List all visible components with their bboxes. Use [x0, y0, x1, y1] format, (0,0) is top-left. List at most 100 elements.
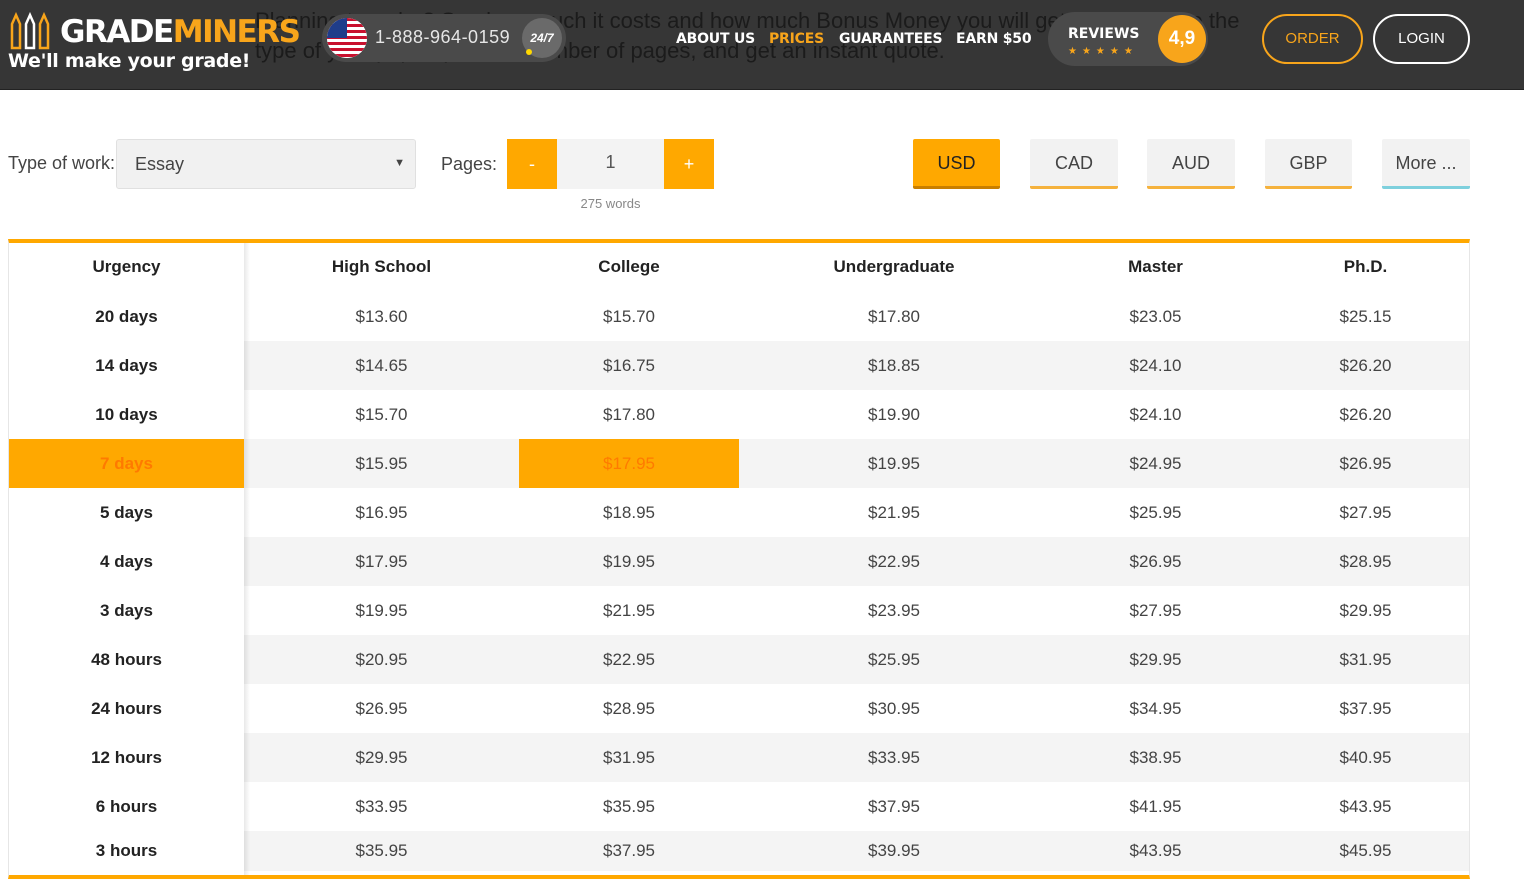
price-cell[interactable]: $15.95: [269, 439, 494, 488]
currency-more-button[interactable]: More ...: [1382, 139, 1470, 189]
pages-decrement-button[interactable]: -: [507, 139, 557, 189]
price-cell[interactable]: $26.95: [1262, 439, 1469, 488]
urgency-cell[interactable]: 20 days: [9, 292, 244, 341]
price-cell[interactable]: $19.95: [774, 439, 1014, 488]
price-cell[interactable]: $37.95: [1262, 684, 1469, 733]
urgency-cell[interactable]: 10 days: [9, 390, 244, 439]
table-row[interactable]: 10 days $15.70 $17.80 $19.90 $24.10 $26.20: [9, 390, 1469, 439]
price-cell[interactable]: $25.95: [1049, 488, 1262, 537]
price-cell[interactable]: $26.95: [1049, 537, 1262, 586]
urgency-cell[interactable]: 14 days: [9, 341, 244, 390]
price-cell[interactable]: $17.95: [269, 537, 494, 586]
pages-increment-button[interactable]: +: [664, 139, 714, 189]
phone-contact[interactable]: 1-888-964-0159 24/7: [322, 14, 566, 62]
pages-count[interactable]: 1: [557, 139, 664, 189]
table-row[interactable]: 5 days $16.95 $18.95 $21.95 $25.95 $27.95: [9, 488, 1469, 537]
price-cell[interactable]: $37.95: [519, 831, 739, 871]
price-cell[interactable]: $14.65: [269, 341, 494, 390]
price-cell[interactable]: $25.15: [1262, 292, 1469, 341]
order-button[interactable]: ORDER: [1262, 14, 1363, 64]
price-cell[interactable]: $43.95: [1262, 782, 1469, 831]
price-cell[interactable]: $19.95: [519, 537, 739, 586]
price-cell[interactable]: $28.95: [1262, 537, 1469, 586]
price-cell[interactable]: $24.10: [1049, 390, 1262, 439]
urgency-cell[interactable]: 6 hours: [9, 782, 244, 831]
table-row[interactable]: 3 days $19.95 $21.95 $23.95 $27.95 $29.95: [9, 586, 1469, 635]
price-cell[interactable]: $26.20: [1262, 341, 1469, 390]
price-cell[interactable]: $31.95: [519, 733, 739, 782]
price-cell[interactable]: $35.95: [269, 831, 494, 871]
urgency-cell[interactable]: 5 days: [9, 488, 244, 537]
price-cell[interactable]: $29.95: [1262, 586, 1469, 635]
table-row[interactable]: 48 hours $20.95 $22.95 $25.95 $29.95 $31.95: [9, 635, 1469, 684]
price-cell[interactable]: $20.95: [269, 635, 494, 684]
price-cell[interactable]: $24.10: [1049, 341, 1262, 390]
price-cell[interactable]: $17.95: [519, 439, 739, 488]
table-row[interactable]: 12 hours $29.95 $31.95 $33.95 $38.95 $40.95: [9, 733, 1469, 782]
type-of-work-select[interactable]: Essay ▼: [116, 139, 416, 189]
price-cell[interactable]: $41.95: [1049, 782, 1262, 831]
price-cell[interactable]: $28.95: [519, 684, 739, 733]
currency-aud-button[interactable]: AUD: [1147, 139, 1235, 189]
price-cell[interactable]: $19.90: [774, 390, 1014, 439]
price-cell[interactable]: $29.95: [269, 733, 494, 782]
price-cell[interactable]: $15.70: [269, 390, 494, 439]
price-cell[interactable]: $17.80: [519, 390, 739, 439]
price-cell[interactable]: $33.95: [269, 782, 494, 831]
price-cell[interactable]: $40.95: [1262, 733, 1469, 782]
price-cell[interactable]: $22.95: [519, 635, 739, 684]
login-button[interactable]: LOGIN: [1373, 14, 1470, 64]
price-cell[interactable]: $15.70: [519, 292, 739, 341]
urgency-cell[interactable]: 48 hours: [9, 635, 244, 684]
price-cell[interactable]: $25.95: [774, 635, 1014, 684]
price-cell[interactable]: $16.75: [519, 341, 739, 390]
price-cell[interactable]: $19.95: [269, 586, 494, 635]
currency-usd-button[interactable]: USD: [913, 139, 1000, 189]
urgency-cell[interactable]: 3 hours: [9, 831, 244, 871]
table-row[interactable]: 7 days $15.95 $17.95 $19.95 $24.95 $26.95: [9, 439, 1469, 488]
price-cell[interactable]: $18.85: [774, 341, 1014, 390]
price-cell[interactable]: $30.95: [774, 684, 1014, 733]
price-cell[interactable]: $29.95: [1049, 635, 1262, 684]
nav-earn-50[interactable]: EARN $50: [956, 31, 1032, 47]
currency-gbp-button[interactable]: GBP: [1265, 139, 1352, 189]
price-cell[interactable]: $34.95: [1049, 684, 1262, 733]
reviews-widget[interactable]: REVIEWS ★★★★★ 4,9: [1048, 12, 1208, 66]
price-cell[interactable]: $33.95: [774, 733, 1014, 782]
price-cell[interactable]: $22.95: [774, 537, 1014, 586]
price-cell[interactable]: $37.95: [774, 782, 1014, 831]
price-cell[interactable]: $26.20: [1262, 390, 1469, 439]
site-logo[interactable]: GRADEMINERS We'll make your grade!: [8, 8, 301, 78]
nav-guarantees[interactable]: GUARANTEES: [839, 31, 943, 47]
price-cell[interactable]: $35.95: [519, 782, 739, 831]
table-row[interactable]: 20 days $13.60 $15.70 $17.80 $23.05 $25.15: [9, 292, 1469, 341]
price-cell[interactable]: $23.05: [1049, 292, 1262, 341]
table-row[interactable]: 14 days $14.65 $16.75 $18.85 $24.10 $26.20: [9, 341, 1469, 390]
price-cell[interactable]: $17.80: [774, 292, 1014, 341]
table-row[interactable]: 4 days $17.95 $19.95 $22.95 $26.95 $28.95: [9, 537, 1469, 586]
price-cell[interactable]: $23.95: [774, 586, 1014, 635]
table-row[interactable]: 6 hours $33.95 $35.95 $37.95 $41.95 $43.95: [9, 782, 1469, 831]
price-cell[interactable]: $27.95: [1049, 586, 1262, 635]
price-cell[interactable]: $24.95: [1049, 439, 1262, 488]
urgency-cell[interactable]: 4 days: [9, 537, 244, 586]
nav-prices[interactable]: PRICES: [769, 31, 824, 47]
table-row[interactable]: 3 hours $35.95 $37.95 $39.95 $43.95 $45.95: [9, 831, 1469, 871]
price-cell[interactable]: $16.95: [269, 488, 494, 537]
price-cell[interactable]: $13.60: [269, 292, 494, 341]
price-cell[interactable]: $43.95: [1049, 831, 1262, 871]
price-cell[interactable]: $31.95: [1262, 635, 1469, 684]
nav-about-us[interactable]: ABOUT US: [676, 31, 755, 47]
price-cell[interactable]: $26.95: [269, 684, 494, 733]
currency-cad-button[interactable]: CAD: [1030, 139, 1118, 189]
price-cell[interactable]: $45.95: [1262, 831, 1469, 871]
urgency-cell[interactable]: 12 hours: [9, 733, 244, 782]
urgency-cell[interactable]: 24 hours: [9, 684, 244, 733]
urgency-cell[interactable]: 7 days: [9, 439, 244, 488]
price-cell[interactable]: $38.95: [1049, 733, 1262, 782]
price-cell[interactable]: $21.95: [519, 586, 739, 635]
price-cell[interactable]: $27.95: [1262, 488, 1469, 537]
urgency-cell[interactable]: 3 days: [9, 586, 244, 635]
price-cell[interactable]: $18.95: [519, 488, 739, 537]
table-row[interactable]: 24 hours $26.95 $28.95 $30.95 $34.95 $37.95: [9, 684, 1469, 733]
